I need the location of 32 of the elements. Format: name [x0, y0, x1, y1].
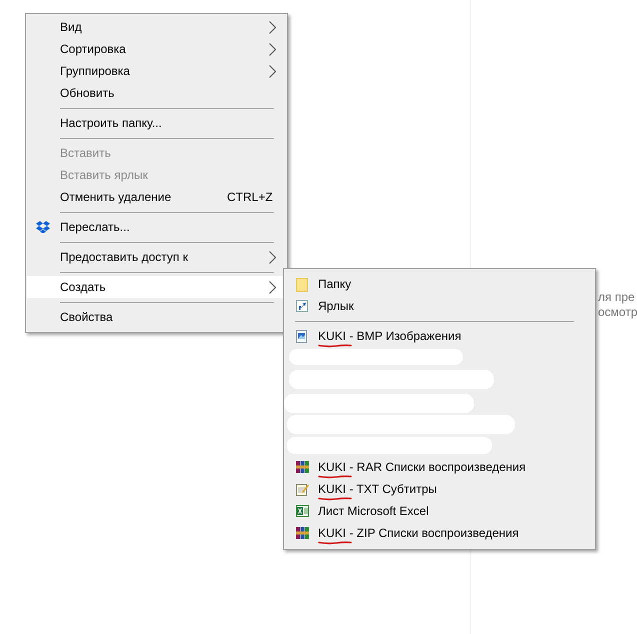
menu-item[interactable]: KUKI - BMP Изображения [285, 325, 594, 347]
menu-item[interactable]: Создать [27, 276, 286, 298]
menu-item[interactable]: Вид [27, 16, 286, 38]
menu-item[interactable]: Обновить [27, 82, 286, 104]
chevron-icon [269, 281, 276, 294]
menu-item[interactable]: Предоставить доступ к [27, 246, 286, 268]
chevron-icon [269, 21, 276, 34]
background-text: ля пре [598, 290, 636, 305]
chevron-icon [269, 43, 276, 56]
notepad-icon [296, 483, 309, 496]
menu-item[interactable]: Настроить папку... [27, 112, 286, 134]
menu-item[interactable]: Группировка [27, 60, 286, 82]
shortcut-arrow-icon [296, 300, 308, 312]
menu-item[interactable]: KUKI - ZIP Списки воспроизведения [285, 522, 594, 544]
dropbox-icon [36, 221, 50, 233]
chevron-icon [269, 251, 276, 264]
chevron-icon [269, 65, 276, 78]
spreadsheet-icon [296, 505, 309, 517]
archive-books-icon [296, 527, 309, 539]
menu-item[interactable]: Папку [285, 273, 594, 295]
image-file-icon [296, 330, 307, 343]
menu-item[interactable]: Ярлык [285, 295, 594, 317]
menu-item[interactable]: KUKI - RAR Списки воспроизведения [285, 456, 594, 478]
menu-item[interactable]: Свойства [27, 306, 286, 328]
background-text: осмотр [598, 305, 637, 320]
menu-item[interactable]: Отменить удаление CTRL+Z [27, 186, 286, 208]
menu-item[interactable]: Сортировка [27, 38, 286, 60]
menu-item[interactable]: KUKI - TXT Субтитры [285, 478, 594, 500]
menu-item[interactable]: Переслать... [27, 216, 286, 238]
menu-item[interactable]: Лист Microsoft Excel [285, 500, 594, 522]
folder-icon [296, 278, 308, 292]
archive-books-icon [296, 461, 309, 473]
